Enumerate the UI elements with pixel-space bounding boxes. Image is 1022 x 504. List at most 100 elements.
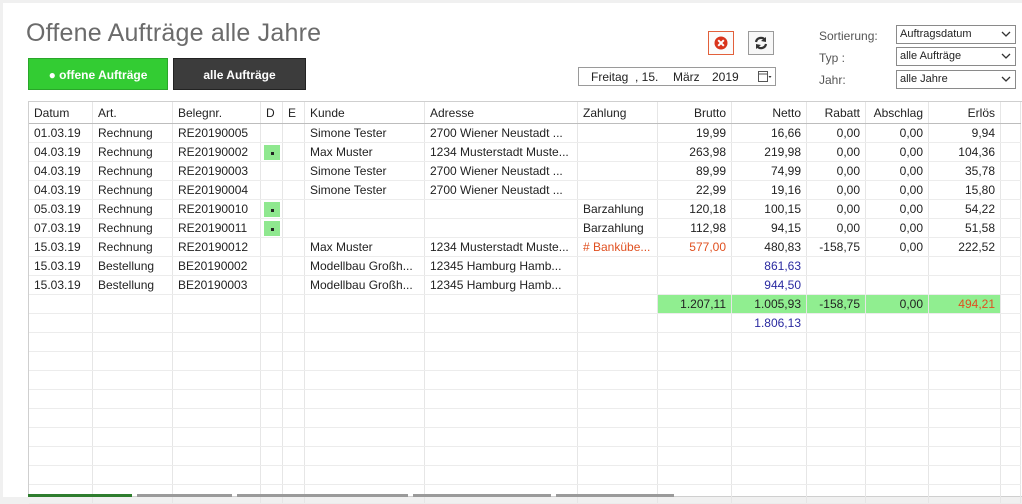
- cell-absch: [866, 276, 929, 294]
- cell-d: [261, 219, 283, 237]
- cell-d: [261, 333, 283, 351]
- cell-last: [1001, 447, 1021, 465]
- cell-absch: [866, 409, 929, 427]
- cell-e: [283, 352, 305, 370]
- cell-erloes: 222,52: [929, 238, 1001, 256]
- cell-art: [93, 295, 173, 313]
- date-weekday[interactable]: Freitag: [591, 70, 628, 84]
- cell-kunde: [305, 333, 425, 351]
- header-brutto[interactable]: Brutto: [658, 102, 732, 123]
- cell-art: [93, 428, 173, 446]
- cell-absch: [866, 390, 929, 408]
- total-row[interactable]: 1.806,13: [29, 314, 1021, 333]
- status-marker: [264, 145, 280, 160]
- open-orders-button[interactable]: ● offene Aufträge: [28, 58, 168, 90]
- date-day[interactable]: , 15.: [635, 70, 658, 84]
- calendar-icon[interactable]: [758, 70, 772, 83]
- cell-d: [261, 143, 283, 161]
- cell-date: [29, 409, 93, 427]
- header-datum[interactable]: Datum: [29, 102, 93, 123]
- cell-netto: 480,83: [732, 238, 807, 256]
- cell-last: [1001, 181, 1021, 199]
- cell-adr: 12345 Hamburg Hamb...: [425, 257, 578, 275]
- cell-zahl: [578, 162, 658, 180]
- cell-absch: 0,00: [866, 219, 929, 237]
- cell-beleg: BE20190002: [173, 257, 261, 275]
- header-e[interactable]: E: [283, 102, 305, 123]
- all-orders-button[interactable]: alle Aufträge: [173, 58, 306, 90]
- cell-kunde: [305, 200, 425, 218]
- table-row[interactable]: 04.03.19 Rechnung RE20190003 Simone Tester 2…: [29, 162, 1021, 181]
- cancel-icon: [714, 36, 728, 50]
- table-row[interactable]: 15.03.19 Rechnung RE20190012 Max Muster 1234…: [29, 238, 1021, 257]
- header-d[interactable]: D: [261, 102, 283, 123]
- empty-row[interactable]: [29, 466, 1021, 485]
- header-netto[interactable]: Netto: [732, 102, 807, 123]
- table-row[interactable]: 15.03.19 Bestellung BE20190003 Modellbau Gr…: [29, 276, 1021, 295]
- cell-date: [29, 333, 93, 351]
- header-kunde[interactable]: Kunde: [305, 102, 425, 123]
- cell-adr: [425, 219, 578, 237]
- table-row[interactable]: 15.03.19 Bestellung BE20190002 Modellbau Gr…: [29, 257, 1021, 276]
- table-row[interactable]: 07.03.19 Rechnung RE20190011 Barzahlung 112,…: [29, 219, 1021, 238]
- cell-netto: 94,15: [732, 219, 807, 237]
- empty-row[interactable]: [29, 390, 1021, 409]
- cell-date: 05.03.19: [29, 200, 93, 218]
- cell-date: [29, 466, 93, 484]
- orders-table[interactable]: Datum Art. Belegnr. D E Kunde Adresse Za…: [28, 101, 1022, 504]
- type-select[interactable]: alle Aufträge: [896, 47, 1016, 66]
- cell-erloes: 51,58: [929, 219, 1001, 237]
- empty-row[interactable]: [29, 409, 1021, 428]
- header-rabatt[interactable]: Rabatt: [807, 102, 866, 123]
- sum-row[interactable]: 1.207,11 1.005,93 -158,75 0,00 494,21: [29, 295, 1021, 314]
- cell-e: [283, 181, 305, 199]
- cell-kunde: [305, 371, 425, 389]
- table-row[interactable]: 01.03.19 Rechnung RE20190005 Simone Tester 2…: [29, 124, 1021, 143]
- cell-adr: [425, 200, 578, 218]
- header-abschlag[interactable]: Abschlag: [866, 102, 929, 123]
- header-zahlung[interactable]: Zahlung: [578, 102, 658, 123]
- cell-rabatt: [807, 447, 866, 465]
- cell-last: [1001, 390, 1021, 408]
- date-month[interactable]: März: [673, 70, 700, 84]
- cell-erloes: [929, 390, 1001, 408]
- chevron-down-icon: [1001, 76, 1011, 82]
- cell-erloes: 35,78: [929, 162, 1001, 180]
- empty-row[interactable]: [29, 333, 1021, 352]
- cell-beleg: [173, 390, 261, 408]
- cell-e: [283, 333, 305, 351]
- cell-last: [1001, 143, 1021, 161]
- refresh-button[interactable]: [748, 31, 774, 55]
- table-row[interactable]: 04.03.19 Rechnung RE20190002 Max Muster 1234…: [29, 143, 1021, 162]
- cell-adr: 12345 Hamburg Hamb...: [425, 276, 578, 294]
- cell-rabatt: [807, 466, 866, 484]
- table-row[interactable]: 05.03.19 Rechnung RE20190010 Barzahlung 120,…: [29, 200, 1021, 219]
- cell-last: [1001, 200, 1021, 218]
- cell-kunde: [305, 466, 425, 484]
- cell-beleg: [173, 428, 261, 446]
- header-adresse[interactable]: Adresse: [425, 102, 578, 123]
- cell-zahl: [578, 352, 658, 370]
- empty-row[interactable]: [29, 371, 1021, 390]
- cell-art: [93, 371, 173, 389]
- header-belegnr[interactable]: Belegnr.: [173, 102, 261, 123]
- cell-kunde: [305, 352, 425, 370]
- date-year[interactable]: 2019: [712, 70, 739, 84]
- cell-e: [283, 428, 305, 446]
- header-art[interactable]: Art.: [93, 102, 173, 123]
- empty-row[interactable]: [29, 352, 1021, 371]
- cell-beleg: RE20190002: [173, 143, 261, 161]
- cancel-button[interactable]: [708, 31, 734, 55]
- sort-select[interactable]: Auftragsdatum: [896, 25, 1016, 44]
- date-picker[interactable]: Freitag , 15. März 2019: [578, 67, 776, 86]
- cell-rabatt: [807, 352, 866, 370]
- cell-absch: 0,00: [866, 124, 929, 142]
- cell-last: [1001, 428, 1021, 446]
- cell-e: [283, 162, 305, 180]
- header-erloes[interactable]: Erlös: [929, 102, 1001, 123]
- table-row[interactable]: 04.03.19 Rechnung RE20190004 Simone Tester 2…: [29, 181, 1021, 200]
- empty-row[interactable]: [29, 428, 1021, 447]
- empty-row[interactable]: [29, 447, 1021, 466]
- cell-erloes: 494,21: [929, 295, 1001, 313]
- year-select[interactable]: alle Jahre: [896, 70, 1016, 89]
